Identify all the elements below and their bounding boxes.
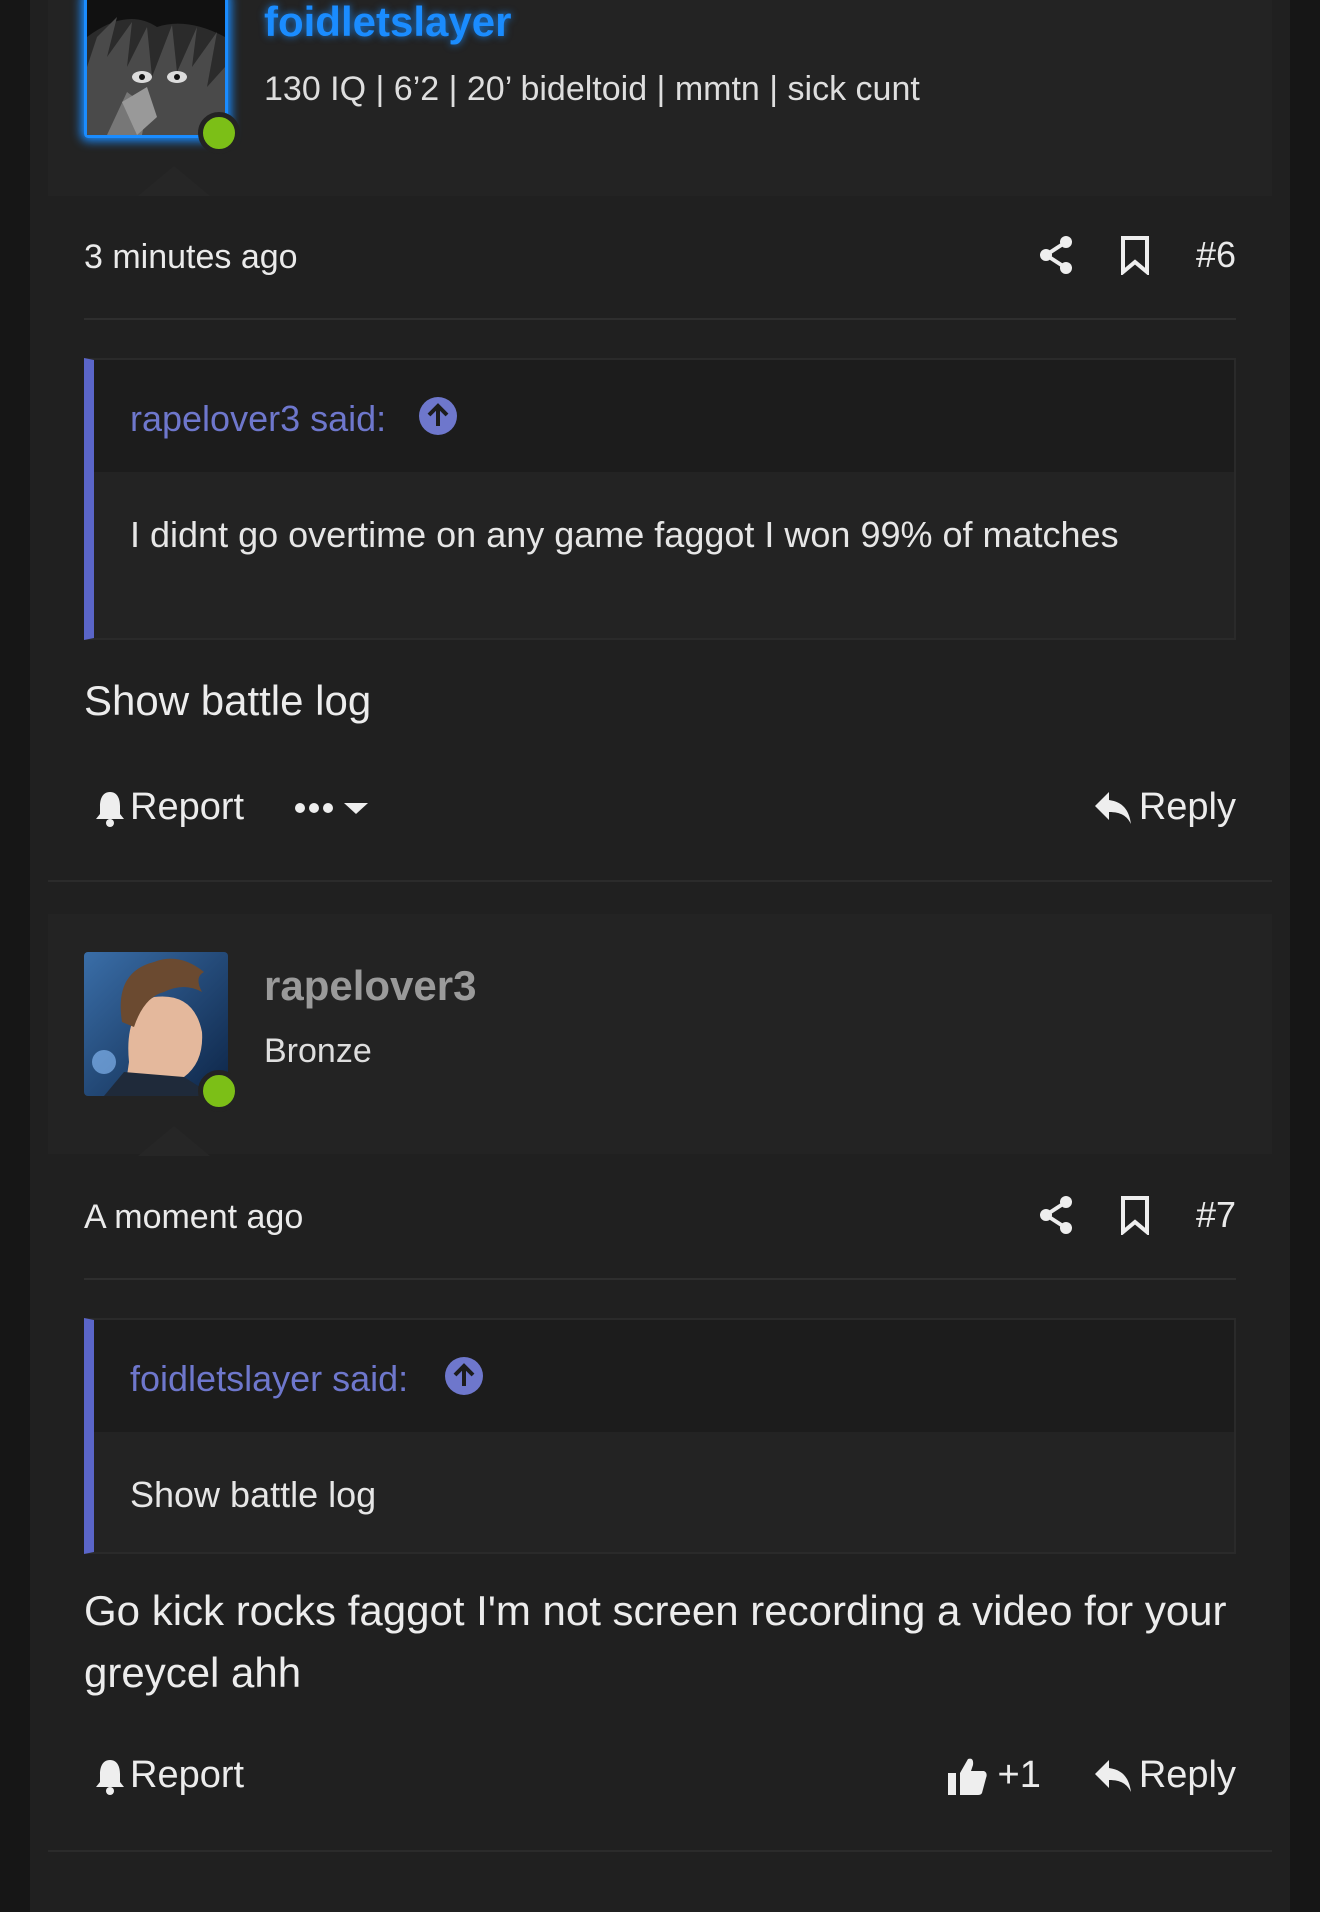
thread-page: foidletslayer 130 IQ | 6’2 | 20’ bidelto… <box>30 0 1290 1912</box>
divider <box>84 318 1236 320</box>
post-message: Show battle log <box>84 677 372 724</box>
report-link[interactable]: Report <box>130 1754 244 1797</box>
online-status-dot <box>198 1070 240 1112</box>
quote-block: rapelover3 said: I didnt go overtime on … <box>84 358 1236 640</box>
user-title: Bronze <box>264 1032 372 1070</box>
quote-text: Show battle log <box>94 1432 1234 1552</box>
bell-icon[interactable] <box>94 788 126 828</box>
reaction-count[interactable]: +1 <box>998 1754 1041 1797</box>
post-meta-actions: #6 <box>1038 234 1236 276</box>
header-caret <box>138 166 210 196</box>
divider <box>84 1278 1236 1280</box>
bell-icon[interactable] <box>94 1756 126 1796</box>
bookmark-icon[interactable] <box>1120 1195 1150 1235</box>
header-caret <box>138 1126 210 1156</box>
quote-block: foidletslayer said: Show battle log <box>84 1318 1236 1554</box>
quote-author[interactable]: rapelover3 said: <box>130 398 386 440</box>
report-link[interactable]: Report <box>130 786 244 829</box>
jump-to-quote-icon[interactable] <box>418 396 458 436</box>
post-footer-right: Reply <box>1093 786 1236 829</box>
user-title: 130 IQ | 6’2 | 20’ bideltoid | mmtn | si… <box>264 70 920 108</box>
post-separator <box>48 1850 1272 1852</box>
share-icon[interactable] <box>1038 235 1074 275</box>
post-separator <box>48 880 1272 882</box>
post-user-header: rapelover3 Bronze <box>48 914 1272 1154</box>
quote-author[interactable]: foidletslayer said: <box>130 1358 408 1400</box>
reply-icon[interactable] <box>1093 1758 1133 1794</box>
username[interactable]: foidletslayer <box>264 0 511 46</box>
post-footer-right: +1 Reply <box>946 1754 1236 1797</box>
post-number[interactable]: #6 <box>1196 234 1236 276</box>
quote-header: rapelover3 said: <box>94 360 1234 472</box>
reply-link[interactable]: Reply <box>1139 786 1236 829</box>
post-meta-actions: #7 <box>1038 1194 1236 1236</box>
post-timestamp[interactable]: 3 minutes ago <box>84 238 298 277</box>
jump-to-quote-icon[interactable] <box>444 1356 484 1396</box>
avatar-rapelover3[interactable] <box>84 952 240 1112</box>
post-user-header: foidletslayer 130 IQ | 6’2 | 20’ bidelto… <box>48 0 1272 196</box>
post-footer-left: Report <box>94 786 370 829</box>
more-options-icon[interactable] <box>294 798 370 818</box>
username[interactable]: rapelover3 <box>264 962 476 1010</box>
quote-text: I didnt go overtime on any game faggot I… <box>94 472 1234 638</box>
reply-link[interactable]: Reply <box>1139 1754 1236 1797</box>
online-status-dot <box>198 112 240 154</box>
post-timestamp[interactable]: A moment ago <box>84 1198 303 1237</box>
post-message: Go kick rocks faggot I'm not screen reco… <box>84 1587 1227 1696</box>
post-number[interactable]: #7 <box>1196 1194 1236 1236</box>
bookmark-icon[interactable] <box>1120 235 1150 275</box>
avatar-foidletslayer[interactable] <box>84 0 240 154</box>
post-footer-left: Report <box>94 1754 244 1797</box>
reply-icon[interactable] <box>1093 790 1133 826</box>
like-icon[interactable] <box>946 1755 988 1797</box>
quote-header: foidletslayer said: <box>94 1320 1234 1432</box>
share-icon[interactable] <box>1038 1195 1074 1235</box>
